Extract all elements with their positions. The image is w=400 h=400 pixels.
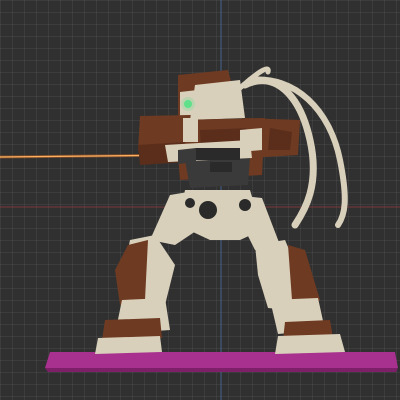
left-leg[interactable]: [95, 235, 175, 354]
ground-platform[interactable]: [45, 352, 398, 372]
3d-viewport[interactable]: [0, 0, 400, 400]
right-leg[interactable]: [255, 240, 345, 354]
head[interactable]: [180, 88, 222, 116]
hip-assembly[interactable]: [150, 190, 280, 250]
scene-canvas[interactable]: [0, 0, 400, 400]
